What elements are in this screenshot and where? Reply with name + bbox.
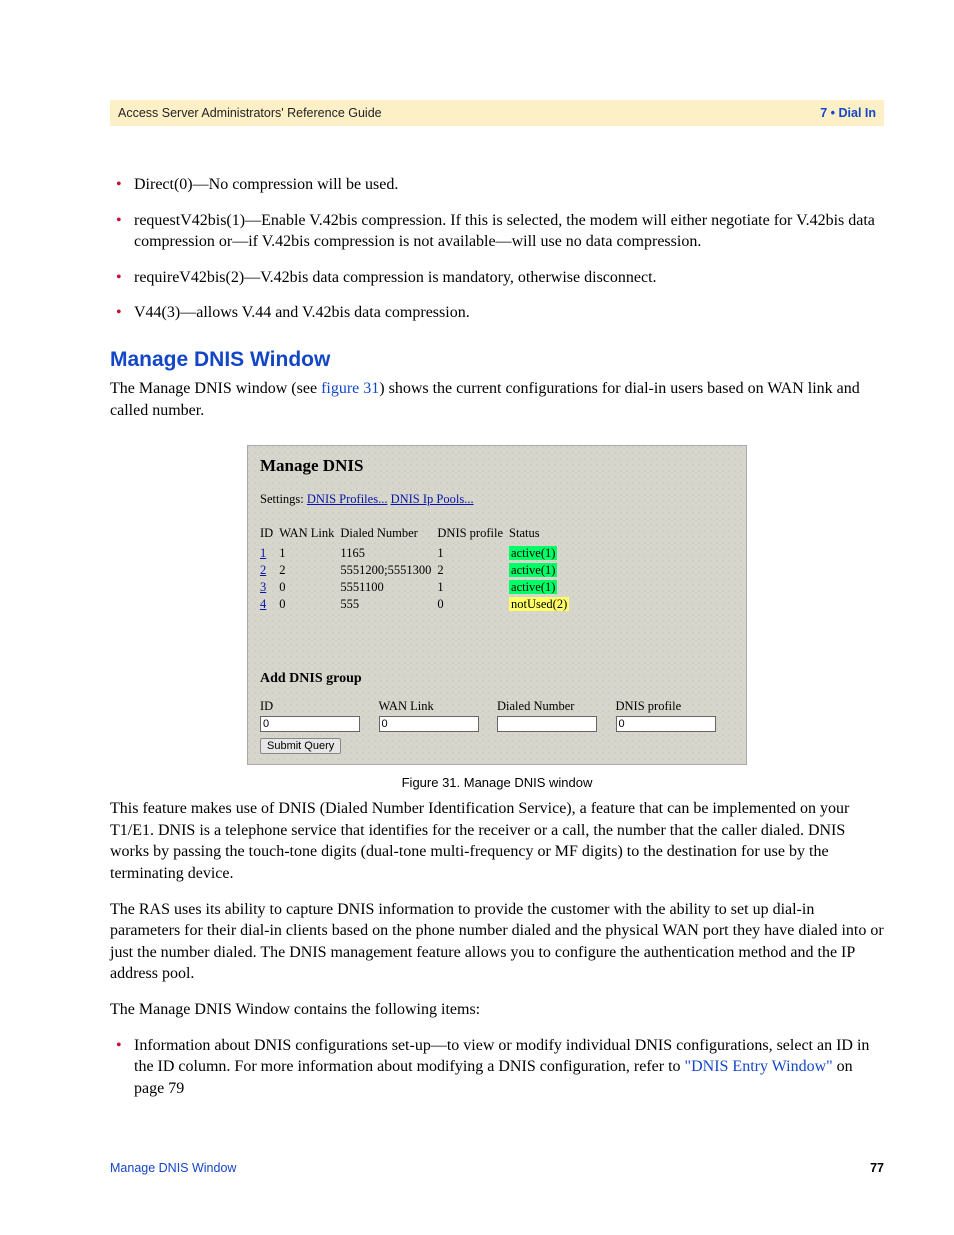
- table-row: 4 0 555 0 notUsed(2): [260, 596, 575, 613]
- table-header-row: ID WAN Link Dialed Number DNIS profile S…: [260, 525, 575, 545]
- row-dialed: 1165: [340, 545, 437, 562]
- paragraph: This feature makes use of DNIS (Dialed N…: [110, 798, 884, 884]
- list-item: Information about DNIS configurations se…: [110, 1035, 884, 1100]
- add-col-wan: WAN Link: [379, 699, 498, 716]
- list-item: Direct(0)—No compression will be used.: [110, 174, 884, 196]
- row-profile: 1: [437, 545, 509, 562]
- intro-paragraph: The Manage DNIS window (see figure 31) s…: [110, 378, 884, 421]
- row-wan: 0: [279, 579, 340, 596]
- table-row: 1 1 1165 1 active(1): [260, 545, 575, 562]
- row-wan: 0: [279, 596, 340, 613]
- dnis-ip-pools-link[interactable]: DNIS Ip Pools...: [391, 492, 474, 506]
- col-wan: WAN Link: [279, 525, 340, 545]
- row-dialed: 5551100: [340, 579, 437, 596]
- list-item: V44(3)—allows V.44 and V.42bis data comp…: [110, 302, 884, 324]
- row-wan: 1: [279, 545, 340, 562]
- add-group-table: ID WAN Link Dialed Number DNIS profile: [260, 699, 734, 732]
- row-dialed: 555: [340, 596, 437, 613]
- status-badge: active(1): [509, 580, 557, 594]
- row-profile: 0: [437, 596, 509, 613]
- add-col-dialed: Dialed Number: [497, 699, 616, 716]
- footer-section-name: Manage DNIS Window: [110, 1161, 236, 1175]
- profile-input[interactable]: [616, 716, 716, 732]
- row-id-link[interactable]: 2: [260, 563, 266, 577]
- paragraph: The Manage DNIS Window contains the foll…: [110, 999, 884, 1021]
- page: Access Server Administrators' Reference …: [0, 0, 954, 1235]
- bottom-list: Information about DNIS configurations se…: [110, 1035, 884, 1100]
- dnis-entry-window-link[interactable]: "DNIS Entry Window": [685, 1058, 833, 1075]
- figure-ref-link[interactable]: figure 31: [321, 380, 379, 397]
- table-row: 3 0 5551100 1 active(1): [260, 579, 575, 596]
- manage-dnis-screenshot: Manage DNIS Settings: DNIS Profiles... D…: [247, 445, 747, 765]
- dnis-table: ID WAN Link Dialed Number DNIS profile S…: [260, 525, 575, 613]
- col-profile: DNIS profile: [437, 525, 509, 545]
- compression-options-list: Direct(0)—No compression will be used. r…: [110, 174, 884, 324]
- figure-caption: Figure 31. Manage DNIS window: [110, 775, 884, 790]
- dnis-profiles-link[interactable]: DNIS Profiles...: [307, 492, 388, 506]
- row-id-link[interactable]: 1: [260, 546, 266, 560]
- row-wan: 2: [279, 562, 340, 579]
- settings-label: Settings:: [260, 492, 304, 506]
- row-id-link[interactable]: 4: [260, 597, 266, 611]
- row-dialed: 5551200;5551300: [340, 562, 437, 579]
- settings-row: Settings: DNIS Profiles... DNIS Ip Pools…: [260, 492, 734, 507]
- figure-title: Manage DNIS: [260, 456, 734, 476]
- table-row: 2 2 5551200;5551300 2 active(1): [260, 562, 575, 579]
- doc-title: Access Server Administrators' Reference …: [118, 106, 382, 120]
- intro-text-pre: The Manage DNIS window (see: [110, 380, 321, 397]
- section-heading: Manage DNIS Window: [110, 348, 884, 372]
- list-item: requireV42bis(2)—V.42bis data compressio…: [110, 267, 884, 289]
- id-input[interactable]: [260, 716, 360, 732]
- status-badge: notUsed(2): [509, 597, 569, 611]
- col-dialed: Dialed Number: [340, 525, 437, 545]
- page-header: Access Server Administrators' Reference …: [110, 100, 884, 126]
- row-profile: 1: [437, 579, 509, 596]
- paragraph: The RAS uses its ability to capture DNIS…: [110, 899, 884, 985]
- row-profile: 2: [437, 562, 509, 579]
- list-item: requestV42bis(1)—Enable V.42bis compress…: [110, 210, 884, 253]
- col-id: ID: [260, 525, 279, 545]
- col-status: Status: [509, 525, 575, 545]
- wan-input[interactable]: [379, 716, 479, 732]
- add-col-profile: DNIS profile: [616, 699, 735, 716]
- row-id-link[interactable]: 3: [260, 580, 266, 594]
- page-number: 77: [870, 1161, 884, 1175]
- add-group-heading: Add DNIS group: [260, 671, 734, 687]
- status-badge: active(1): [509, 546, 557, 560]
- dialed-input[interactable]: [497, 716, 597, 732]
- page-footer: Manage DNIS Window 77: [110, 1161, 884, 1175]
- submit-query-button[interactable]: Submit Query: [260, 738, 341, 754]
- add-col-id: ID: [260, 699, 379, 716]
- chapter-label: 7 • Dial In: [820, 106, 876, 120]
- figure-container: Manage DNIS Settings: DNIS Profiles... D…: [110, 445, 884, 790]
- status-badge: active(1): [509, 563, 557, 577]
